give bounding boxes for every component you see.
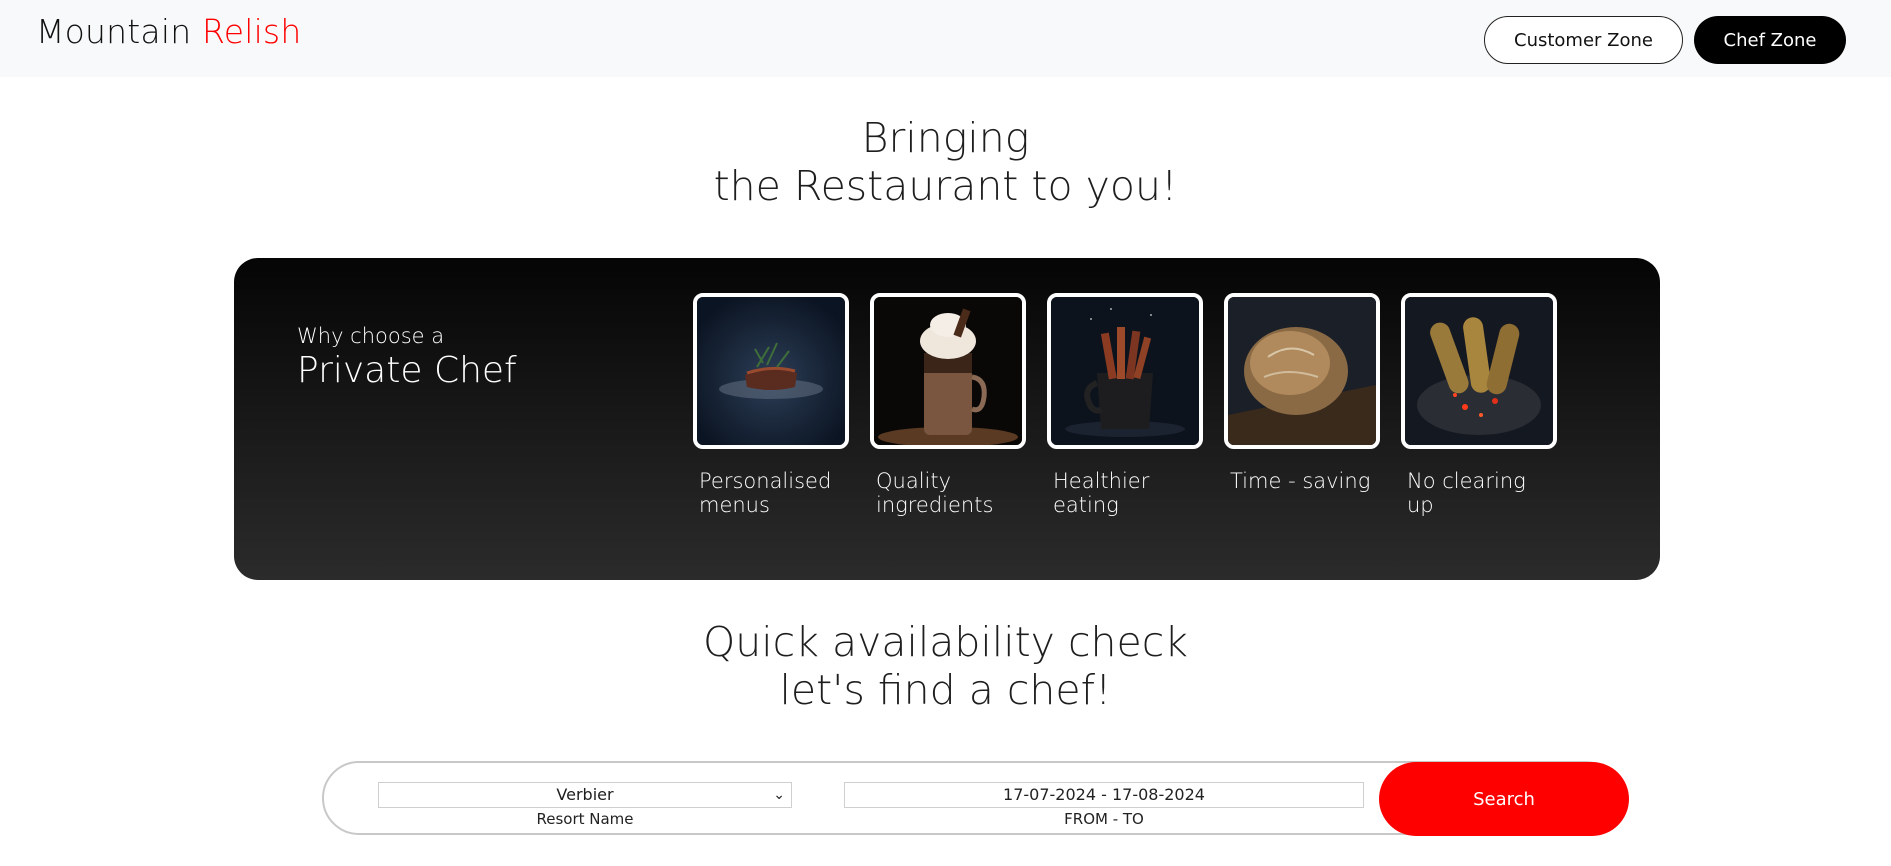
date-range-input[interactable]: 17-07-2024 - 17-08-2024 (844, 782, 1364, 808)
resort-select[interactable]: Verbier ⌄ (378, 782, 792, 808)
feature-card: Personalised menus (693, 293, 849, 517)
customer-zone-button[interactable]: Customer Zone (1484, 16, 1683, 64)
feature-label: Personalised menus (699, 469, 832, 517)
feature-label: Time - saving (1230, 469, 1371, 493)
search-button[interactable]: Search (1379, 762, 1629, 836)
resort-select-value: Verbier (556, 785, 614, 804)
why-choose-panel: Why choose a Private Chef Personalised me… (234, 258, 1660, 580)
feature-label: Quality ingredients (876, 469, 994, 517)
milkshake-image (870, 293, 1026, 449)
cinnamon-jug-image (1047, 293, 1203, 449)
chevron-down-icon: ⌄ (773, 787, 785, 803)
availability-title-line1: Quick availability check (703, 618, 1188, 666)
availability-title-line2: let's find a chef! (779, 666, 1112, 714)
hero-title-line2: the Restaurant to you! (713, 162, 1178, 210)
bread-image (1224, 293, 1380, 449)
brand-name-part2: Relish (202, 12, 302, 51)
feature-card: No clearing up (1401, 293, 1557, 517)
feature-label: Healthier eating (1053, 469, 1150, 517)
date-range-label: FROM - TO (1064, 810, 1144, 828)
feature-card: Healthier eating (1047, 293, 1203, 517)
feature-card: Time - saving (1224, 293, 1380, 493)
brand-name-part1: Mountain (36, 12, 192, 51)
availability-search-bar: Verbier ⌄ Resort Name 17-07-2024 - 17-08… (322, 761, 1629, 836)
chef-zone-button[interactable]: Chef Zone (1694, 16, 1846, 64)
why-choose-title: Private Chef (297, 350, 517, 391)
resort-name-label: Resort Name (536, 810, 634, 828)
hero-title-line1: Bringing (861, 114, 1030, 162)
brand-logo[interactable]: Mountain Relish (36, 12, 301, 51)
grilled-corn-image (1401, 293, 1557, 449)
feature-label: No clearing up (1407, 469, 1526, 517)
why-choose-subtitle: Why choose a (297, 324, 445, 348)
steak-image (693, 293, 849, 449)
navbar: Mountain Relish Customer Zone Chef Zone (0, 0, 1891, 77)
feature-card: Quality ingredients (870, 293, 1026, 517)
